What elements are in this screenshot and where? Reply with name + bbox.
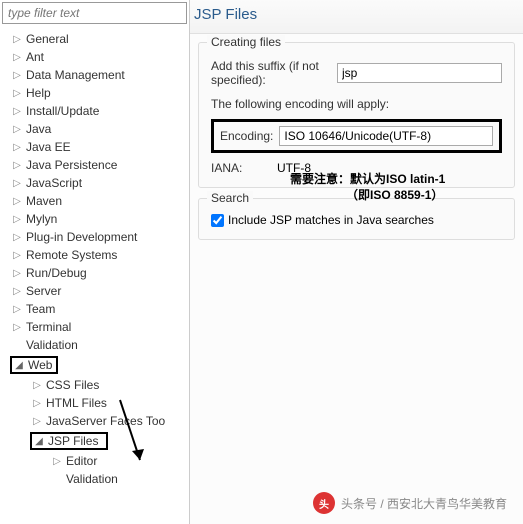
tree-item-label: Team — [26, 302, 55, 316]
tree-item-label: Editor — [66, 454, 97, 468]
encoding-highlight-box: Encoding: — [211, 119, 502, 153]
chevron-down-icon[interactable]: ◢ — [12, 358, 26, 372]
tree-item[interactable]: ▷CSS Files — [0, 376, 189, 394]
tree-item[interactable]: ▷JavaServer Faces Too — [0, 412, 189, 430]
chevron-right-icon[interactable]: ▷ — [10, 302, 24, 316]
tree-item[interactable]: ▷Java EE — [0, 138, 189, 156]
chevron-right-icon[interactable]: ▷ — [10, 320, 24, 334]
tree-item[interactable]: ◢JSP Files — [0, 430, 189, 452]
tree-item[interactable]: ▷Editor — [0, 452, 189, 470]
chevron-right-icon[interactable]: ▷ — [10, 104, 24, 118]
tree-item-label: Java EE — [26, 140, 71, 154]
chevron-right-icon[interactable] — [50, 472, 64, 486]
tree-item-label: Install/Update — [26, 104, 99, 118]
chevron-right-icon[interactable]: ▷ — [10, 68, 24, 82]
group-legend: Search — [207, 191, 253, 205]
tree-item-label: Remote Systems — [26, 248, 117, 262]
include-jsp-checkbox[interactable] — [211, 214, 224, 227]
encoding-label: Encoding: — [220, 129, 273, 143]
tree-item[interactable]: ▷HTML Files — [0, 394, 189, 412]
chevron-right-icon[interactable]: ▷ — [10, 194, 24, 208]
chevron-right-icon[interactable]: ▷ — [10, 248, 24, 262]
tree-item-label: Validation — [26, 338, 78, 352]
tree-item[interactable]: ◢Web — [0, 354, 189, 376]
tree-item[interactable]: Validation — [0, 470, 189, 488]
tree-item[interactable]: ▷Remote Systems — [0, 246, 189, 264]
tree-item[interactable]: ▷Terminal — [0, 318, 189, 336]
tree-item-label: Maven — [26, 194, 62, 208]
annotation-text: 需要注意：默认为ISO latin-1 （即ISO 8859-1） — [290, 172, 445, 203]
tree-item[interactable]: ▷Run/Debug — [0, 264, 189, 282]
tree-item-label: Run/Debug — [26, 266, 87, 280]
tree-item-label: CSS Files — [46, 378, 99, 392]
left-panel: ▷General▷Ant▷Data Management▷Help▷Instal… — [0, 0, 190, 524]
tree-item-label: Java — [26, 122, 51, 136]
tree-item-label: Validation — [66, 472, 118, 486]
tree-item[interactable]: ▷Mylyn — [0, 210, 189, 228]
chevron-right-icon[interactable]: ▷ — [10, 50, 24, 64]
chevron-right-icon[interactable]: ▷ — [30, 396, 44, 410]
right-panel: JSP Files Creating files Add this suffix… — [190, 0, 523, 524]
chevron-right-icon[interactable]: ▷ — [10, 158, 24, 172]
chevron-right-icon[interactable]: ▷ — [10, 284, 24, 298]
highlight-box: ◢JSP Files — [30, 432, 108, 450]
chevron-right-icon[interactable]: ▷ — [10, 266, 24, 280]
encoding-select[interactable] — [279, 126, 493, 146]
tree-item[interactable]: ▷Install/Update — [0, 102, 189, 120]
chevron-right-icon[interactable]: ▷ — [30, 414, 44, 428]
group-legend: Creating files — [207, 35, 285, 49]
tree-item[interactable]: Validation — [0, 336, 189, 354]
tree-item-label: Ant — [26, 50, 44, 64]
tree-item-label: General — [26, 32, 69, 46]
tree-item[interactable]: ▷Java Persistence — [0, 156, 189, 174]
preferences-tree: ▷General▷Ant▷Data Management▷Help▷Instal… — [0, 26, 189, 524]
tree-item[interactable]: ▷JavaScript — [0, 174, 189, 192]
tree-item[interactable]: ▷Team — [0, 300, 189, 318]
tree-item-label: Data Management — [26, 68, 125, 82]
tree-item[interactable]: ▷Java — [0, 120, 189, 138]
suffix-input[interactable] — [337, 63, 502, 83]
tree-item[interactable]: ▷Server — [0, 282, 189, 300]
chevron-right-icon[interactable]: ▷ — [10, 86, 24, 100]
tree-item-label: Web — [28, 358, 52, 372]
tree-item-label: HTML Files — [46, 396, 107, 410]
tree-item[interactable]: ▷Ant — [0, 48, 189, 66]
tree-item[interactable]: ▷Help — [0, 84, 189, 102]
tree-item-label: JavaScript — [26, 176, 82, 190]
chevron-right-icon[interactable]: ▷ — [10, 140, 24, 154]
tree-item-label: JSP Files — [48, 434, 98, 448]
chevron-right-icon[interactable]: ▷ — [10, 176, 24, 190]
chevron-right-icon[interactable] — [10, 338, 24, 352]
chevron-right-icon[interactable]: ▷ — [10, 212, 24, 226]
tree-item-label: Mylyn — [26, 212, 57, 226]
encoding-note: The following encoding will apply: — [211, 97, 389, 111]
watermark-icon: 头 — [313, 492, 335, 514]
creating-files-group: Creating files Add this suffix (if not s… — [198, 42, 515, 188]
chevron-down-icon[interactable]: ◢ — [32, 434, 46, 448]
checkbox-label: Include JSP matches in Java searches — [228, 213, 434, 227]
tree-item[interactable]: ▷Data Management — [0, 66, 189, 84]
tree-item[interactable]: ▷Maven — [0, 192, 189, 210]
tree-item-label: Server — [26, 284, 61, 298]
chevron-right-icon[interactable]: ▷ — [50, 454, 64, 468]
tree-item-label: JavaServer Faces Too — [46, 414, 165, 428]
filter-input[interactable] — [2, 2, 187, 24]
chevron-right-icon[interactable]: ▷ — [10, 32, 24, 46]
search-group: Search Include JSP matches in Java searc… — [198, 198, 515, 240]
iana-label: IANA: — [211, 161, 271, 175]
tree-item-label: Plug-in Development — [26, 230, 137, 244]
tree-item-label: Java Persistence — [26, 158, 117, 172]
suffix-label: Add this suffix (if not specified): — [211, 59, 331, 87]
chevron-right-icon[interactable]: ▷ — [30, 378, 44, 392]
tree-item-label: Terminal — [26, 320, 71, 334]
watermark: 头 头条号 / 西安北大青鸟华美教育 — [313, 492, 507, 514]
watermark-text: 头条号 / 西安北大青鸟华美教育 — [341, 495, 507, 512]
chevron-right-icon[interactable]: ▷ — [10, 230, 24, 244]
tree-item[interactable]: ▷General — [0, 30, 189, 48]
highlight-box: ◢Web — [10, 356, 58, 374]
tree-item[interactable]: ▷Plug-in Development — [0, 228, 189, 246]
page-title: JSP Files — [190, 0, 523, 34]
tree-item-label: Help — [26, 86, 51, 100]
chevron-right-icon[interactable]: ▷ — [10, 122, 24, 136]
